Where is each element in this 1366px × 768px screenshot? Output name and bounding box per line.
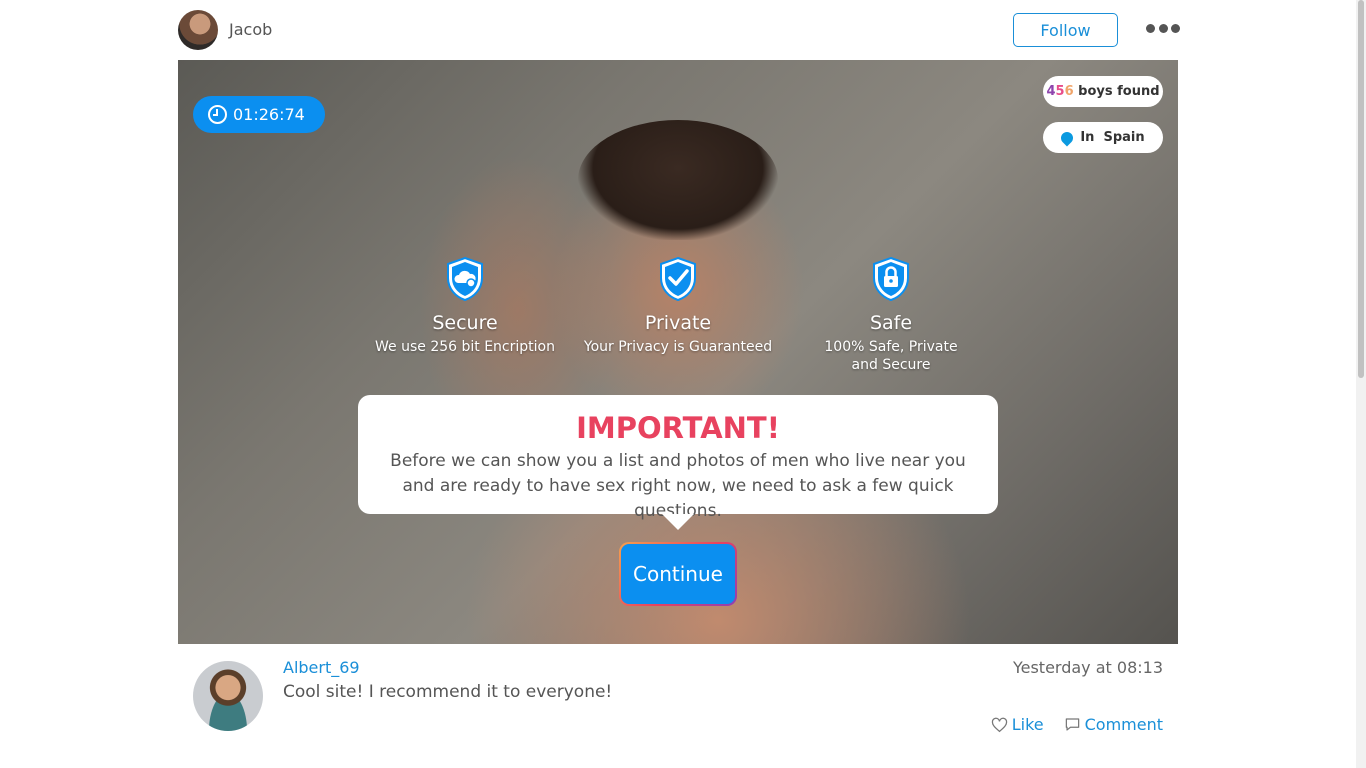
feature-secure: Secure We use 256 bit Encription	[365, 256, 565, 356]
found-digit: 6	[1064, 84, 1074, 99]
feature-title: Private	[644, 312, 712, 334]
like-button[interactable]: Like	[991, 715, 1044, 734]
comment-actions: Like Comment	[991, 715, 1163, 734]
feature-description: 100% Safe, Private and Secure	[824, 339, 958, 373]
follow-button[interactable]: Follow	[1013, 13, 1118, 47]
cloud-shield-icon	[447, 256, 483, 302]
comment-timestamp: Yesterday at 08:13	[1012, 658, 1163, 677]
countdown-timer: 01:26:74	[193, 96, 325, 133]
comment-text: Cool site! I recommend it to everyone!	[283, 682, 613, 702]
post-header: Jacob Follow	[178, 0, 1180, 60]
check-shield-icon	[660, 256, 696, 302]
continue-button-label[interactable]: Continue	[621, 544, 735, 604]
continue-button[interactable]: Continue	[619, 542, 737, 606]
page-scrollbar[interactable]	[1356, 0, 1366, 768]
comment-button[interactable]: Comment	[1064, 715, 1163, 734]
heart-icon	[991, 717, 1007, 732]
comment-item: Albert_69 Yesterday at 08:13 Cool site! …	[178, 644, 1178, 768]
important-notice-card: IMPORTANT! Before we can show you a list…	[358, 395, 998, 530]
location-pin-icon	[1058, 129, 1076, 146]
location-badge: In Spain	[1043, 122, 1163, 153]
feature-description: Your Privacy is Guaranteed	[583, 339, 773, 355]
notice-heading: IMPORTANT!	[576, 411, 780, 445]
post: Jacob Follow 01:26:74 456 boys found In …	[178, 0, 1180, 768]
more-options-icon[interactable]	[1146, 18, 1180, 38]
scrollbar-thumb[interactable]	[1358, 0, 1364, 378]
feature-title: Safe	[869, 312, 913, 334]
found-label: boys found	[1073, 84, 1160, 99]
comment-label[interactable]: Comment	[1085, 715, 1163, 734]
photo-figure	[578, 120, 778, 240]
feature-private: Private Your Privacy is Guaranteed	[578, 256, 778, 356]
notice-message: Before we can show you a list and photos…	[390, 451, 966, 521]
found-digit: 4	[1046, 84, 1056, 99]
hero-image: 01:26:74 456 boys found In Spain Secure …	[178, 60, 1178, 644]
like-label[interactable]: Like	[1012, 715, 1044, 734]
location-text: In Spain	[1080, 130, 1145, 145]
avatar[interactable]	[178, 10, 218, 50]
commenter-avatar[interactable]	[193, 661, 263, 731]
feature-title: Secure	[432, 312, 498, 334]
feature-safe: Safe 100% Safe, Private and Secure	[791, 256, 991, 374]
feature-description: We use 256 bit Encription	[375, 339, 555, 355]
lock-shield-icon	[873, 256, 909, 302]
username[interactable]: Jacob	[229, 20, 272, 39]
found-count-badge: 456 boys found	[1043, 76, 1163, 107]
timer-value: 01:26:74	[233, 105, 305, 124]
comment-author[interactable]: Albert_69	[283, 658, 360, 677]
speech-bubble-icon	[1065, 718, 1079, 731]
found-digit: 5	[1055, 84, 1065, 99]
clock-icon	[208, 105, 227, 124]
